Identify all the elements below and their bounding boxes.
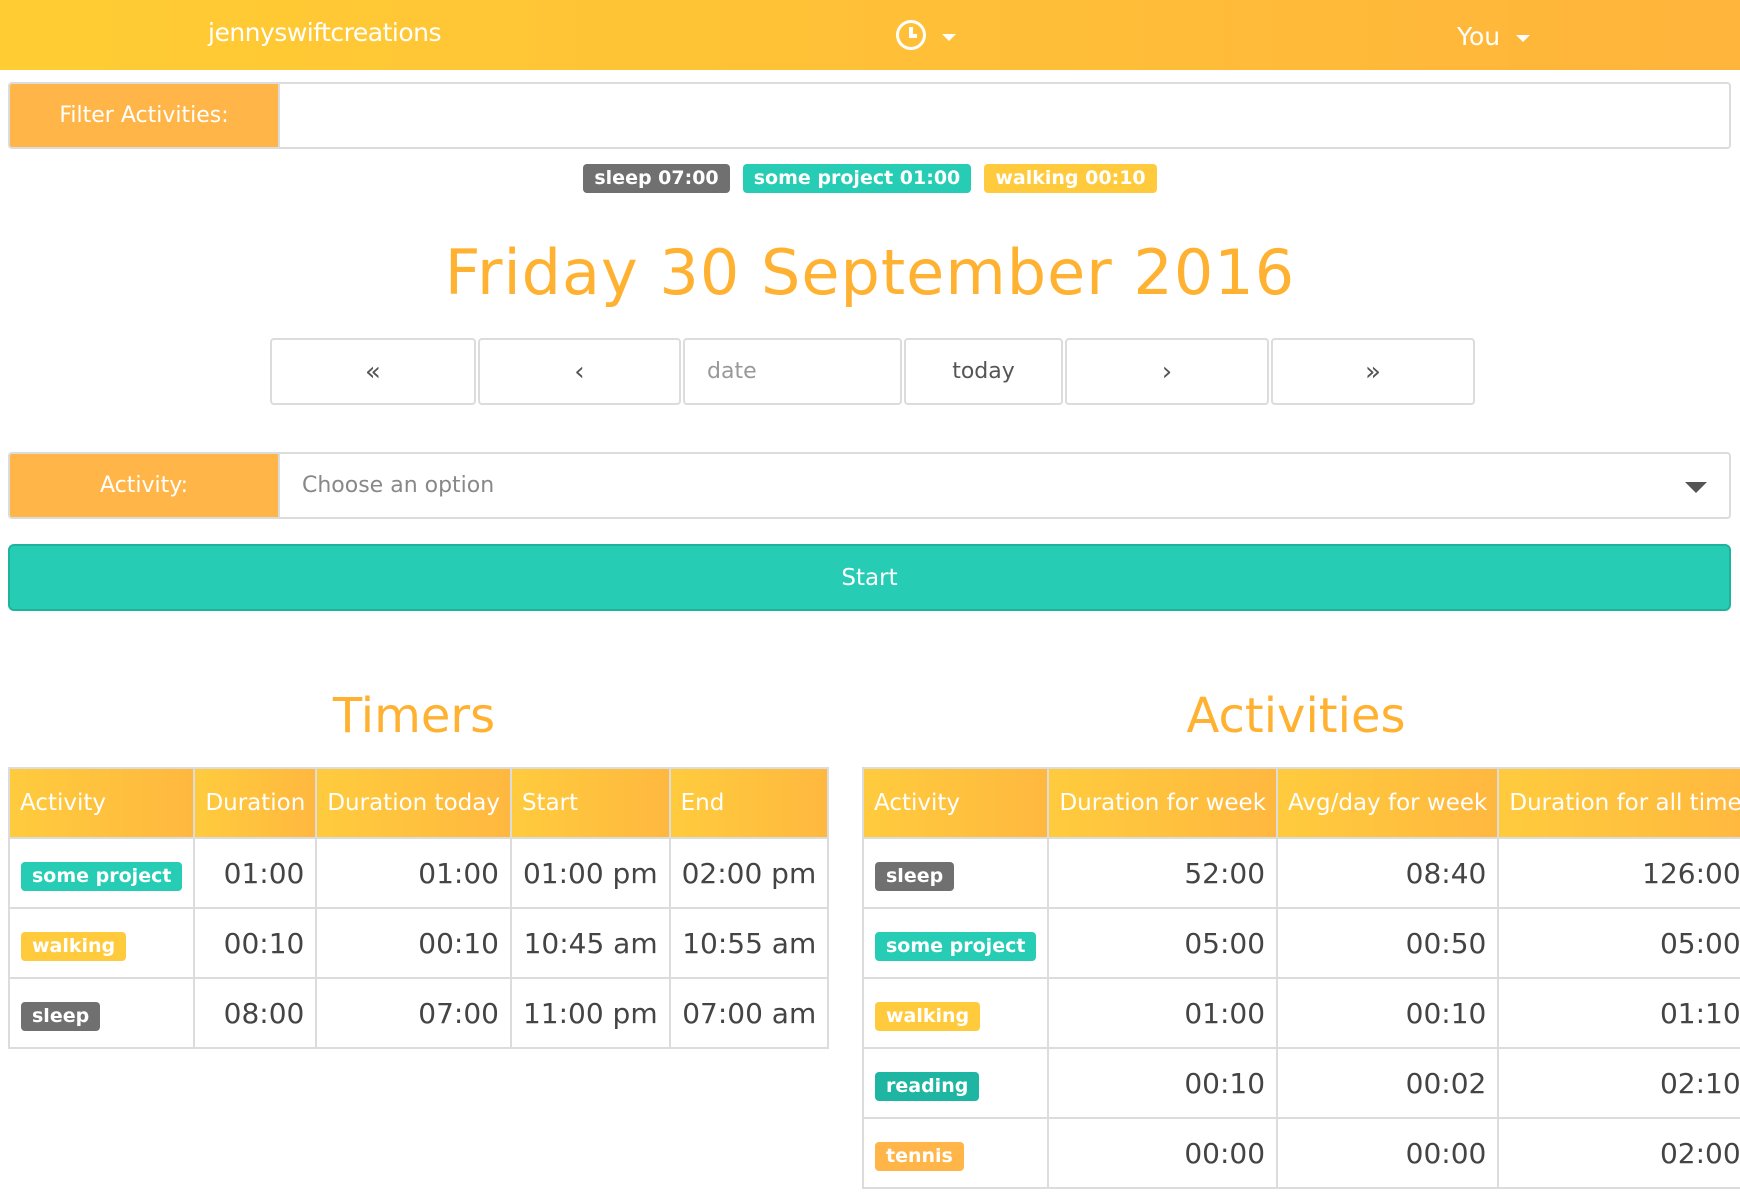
table-row[interactable]: some project 01:00 01:00 01:00 pm 02:00 … [7, 837, 830, 909]
activity-tag[interactable]: sleep [21, 1001, 101, 1031]
week-duration-cell: 05:00 [1047, 907, 1279, 979]
all-time-cell: 02:10 [1497, 1047, 1740, 1119]
activities-title: Activities [1186, 688, 1406, 744]
table-row[interactable]: reading 00:10 00:02 02:10 [861, 1047, 1740, 1119]
activities-table: Activity Duration for week Avg/day for w… [861, 767, 1740, 1189]
table-row[interactable]: walking 00:10 00:10 10:45 am 10:55 am [7, 907, 830, 979]
activity-cell: sleep [861, 837, 1050, 909]
activity-tag[interactable]: some project [21, 861, 183, 891]
chevron-down-icon [1516, 34, 1531, 42]
start-cell: 01:00 pm [509, 837, 671, 909]
all-time-cell: 126:00 [1497, 837, 1740, 909]
column-header[interactable]: Avg/day for week [1276, 767, 1500, 839]
activity-select-value: Choose an option [302, 473, 495, 498]
user-menu-label: You [1457, 21, 1501, 51]
activity-cell: tennis [861, 1117, 1050, 1189]
today-button[interactable]: today [904, 338, 1063, 405]
table-header-row: Activity Duration for week Avg/day for w… [861, 767, 1740, 839]
column-header[interactable]: Activity [7, 767, 196, 839]
activity-group: Activity: Choose an option [8, 452, 1731, 519]
avg-day-cell: 00:10 [1276, 977, 1500, 1049]
table-row[interactable]: sleep 52:00 08:40 126:00 [861, 837, 1740, 909]
chevron-down-icon [942, 33, 956, 41]
avg-day-cell: 00:02 [1276, 1047, 1500, 1119]
next-week-button[interactable]: » [1271, 338, 1475, 405]
column-header[interactable]: Duration today [315, 767, 512, 839]
activity-tag[interactable]: walking [875, 1001, 981, 1031]
table-row[interactable]: tennis 00:00 00:00 02:00 [861, 1117, 1740, 1189]
end-cell: 07:00 am [668, 977, 830, 1049]
end-cell: 02:00 pm [668, 837, 830, 909]
table-row[interactable]: some project 05:00 00:50 05:00 [861, 907, 1740, 979]
week-duration-cell: 52:00 [1047, 837, 1279, 909]
summary-tag-sleep: sleep 07:00 [583, 164, 730, 193]
date-navigation: « ‹ date today › » [270, 338, 1475, 405]
activity-tag[interactable]: reading [875, 1071, 980, 1101]
table-row[interactable]: walking 01:00 00:10 01:10 [861, 977, 1740, 1049]
week-duration-cell: 01:00 [1047, 977, 1279, 1049]
activity-cell: some project [7, 837, 196, 909]
filter-group: Filter Activities: [8, 82, 1731, 149]
activity-cell: walking [7, 907, 196, 979]
navbar: jennyswiftcreations You [0, 0, 1740, 70]
filter-label: Filter Activities: [10, 84, 280, 147]
table-header-row: Activity Duration Duration today Start E… [7, 767, 830, 839]
activity-tag[interactable]: sleep [875, 861, 955, 891]
next-day-button[interactable]: › [1065, 338, 1269, 405]
timers-title: Timers [332, 688, 496, 744]
duration-today-cell: 07:00 [315, 977, 512, 1049]
column-header[interactable]: Start [509, 767, 671, 839]
date-input[interactable]: date [683, 338, 902, 405]
start-cell: 11:00 pm [509, 977, 671, 1049]
activity-cell: walking [861, 977, 1050, 1049]
all-time-cell: 02:00 [1497, 1117, 1740, 1189]
today-summary: sleep 07:00 some project 01:00 walking 0… [0, 164, 1740, 193]
prev-day-button[interactable]: ‹ [478, 338, 681, 405]
summary-tag-walking: walking 00:10 [984, 164, 1157, 193]
activity-cell: reading [861, 1047, 1050, 1119]
prev-week-button[interactable]: « [270, 338, 476, 405]
summary-tag-some-project: some project 01:00 [742, 164, 972, 193]
activity-tag[interactable]: tennis [875, 1141, 964, 1171]
activity-tag[interactable]: walking [21, 931, 127, 961]
activity-tag[interactable]: some project [875, 931, 1037, 961]
activity-cell: some project [861, 907, 1050, 979]
activity-label: Activity: [10, 454, 280, 517]
column-header[interactable]: Activity [861, 767, 1050, 839]
avg-day-cell: 00:00 [1276, 1117, 1500, 1189]
week-duration-cell: 00:10 [1047, 1047, 1279, 1119]
duration-cell: 00:10 [193, 907, 318, 979]
user-menu-dropdown[interactable]: You [1457, 18, 1531, 54]
chevron-down-icon [1685, 482, 1707, 493]
column-header[interactable]: Duration [193, 767, 318, 839]
filter-input[interactable] [280, 84, 1729, 147]
column-header[interactable]: End [668, 767, 830, 839]
clock-icon [896, 20, 926, 50]
brand-link[interactable]: jennyswiftcreations [208, 18, 441, 47]
timers-table: Activity Duration Duration today Start E… [7, 767, 830, 1049]
avg-day-cell: 00:50 [1276, 907, 1500, 979]
activity-select[interactable]: Choose an option [280, 454, 1729, 517]
duration-cell: 01:00 [193, 837, 318, 909]
column-header[interactable]: Duration for week [1047, 767, 1279, 839]
duration-cell: 08:00 [193, 977, 318, 1049]
activity-cell: sleep [7, 977, 196, 1049]
all-time-cell: 01:10 [1497, 977, 1740, 1049]
page-title: Friday 30 September 2016 [444, 236, 1296, 309]
week-duration-cell: 00:00 [1047, 1117, 1279, 1189]
start-cell: 10:45 am [509, 907, 671, 979]
all-time-cell: 05:00 [1497, 907, 1740, 979]
duration-today-cell: 01:00 [315, 837, 512, 909]
avg-day-cell: 08:40 [1276, 837, 1500, 909]
start-button[interactable]: Start [8, 544, 1731, 611]
end-cell: 10:55 am [668, 907, 830, 979]
duration-today-cell: 00:10 [315, 907, 512, 979]
table-row[interactable]: sleep 08:00 07:00 11:00 pm 07:00 am [7, 977, 830, 1049]
column-header[interactable]: Duration for all time [1497, 767, 1740, 839]
timer-menu-dropdown[interactable] [896, 17, 956, 53]
